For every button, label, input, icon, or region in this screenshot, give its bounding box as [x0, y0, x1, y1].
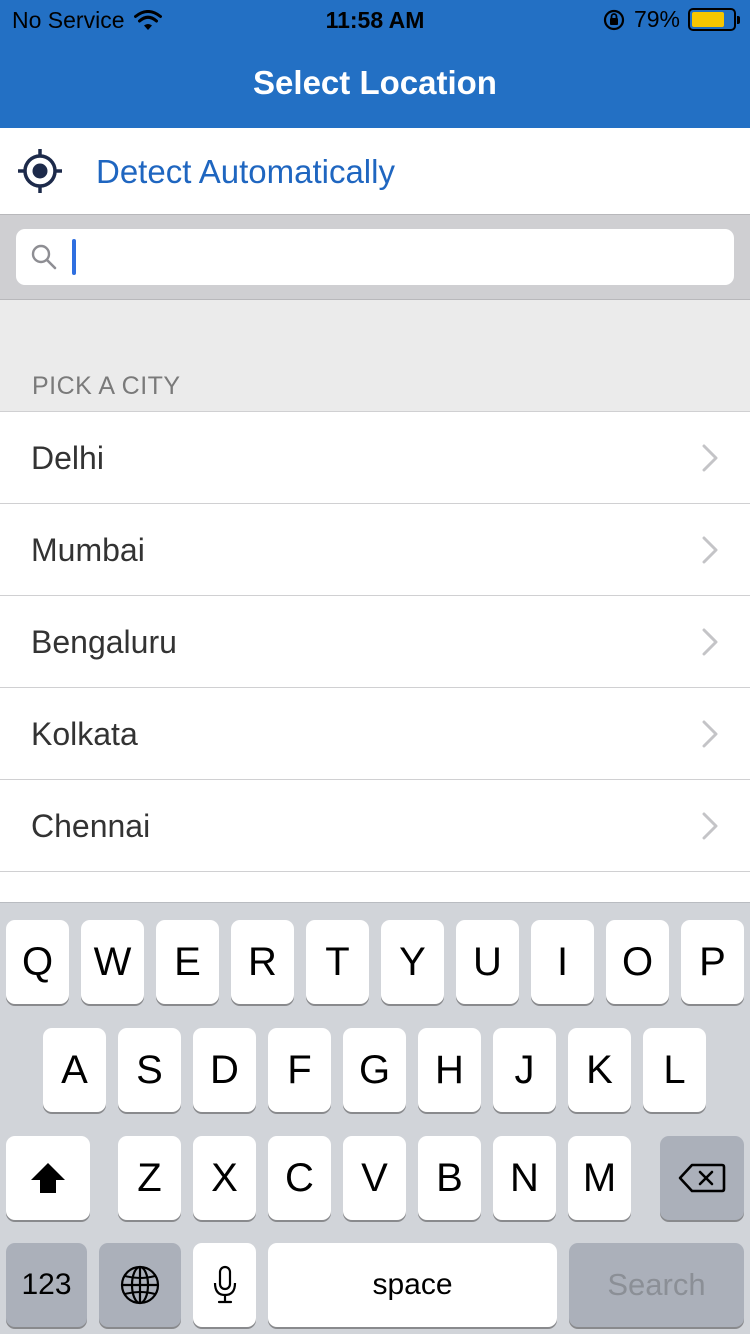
key-r[interactable]: R: [231, 920, 294, 1004]
keyboard: Q W E R T Y U I O P A S D F G H J K L Z …: [0, 902, 750, 1334]
search-field[interactable]: [16, 229, 734, 285]
globe-icon: [120, 1265, 160, 1305]
city-row-mumbai[interactable]: Mumbai: [0, 504, 750, 596]
space-key[interactable]: space: [268, 1243, 557, 1327]
key-q[interactable]: Q: [6, 920, 69, 1004]
microphone-icon: [213, 1265, 236, 1304]
key-j[interactable]: J: [493, 1028, 556, 1112]
key-p[interactable]: P: [681, 920, 744, 1004]
battery-level: [692, 12, 724, 27]
battery-icon: [688, 8, 740, 31]
key-x[interactable]: X: [193, 1136, 256, 1220]
key-i[interactable]: I: [531, 920, 594, 1004]
city-name: Chennai: [31, 808, 151, 844]
city-list: Delhi Mumbai Bengaluru Kolkata Chennai: [0, 411, 750, 872]
status-bar: No Service 11:58 AM 79%: [0, 0, 750, 40]
chevron-right-icon: [702, 628, 718, 656]
key-m[interactable]: M: [568, 1136, 631, 1220]
key-z[interactable]: Z: [118, 1136, 181, 1220]
city-row-bengaluru[interactable]: Bengaluru: [0, 596, 750, 688]
key-v[interactable]: V: [343, 1136, 406, 1220]
key-o[interactable]: O: [606, 920, 669, 1004]
status-right: 79%: [602, 6, 740, 33]
search-key[interactable]: Search: [569, 1243, 744, 1327]
key-f[interactable]: F: [268, 1028, 331, 1112]
city-name: Delhi: [31, 440, 104, 476]
dictation-key[interactable]: [193, 1243, 256, 1327]
key-s[interactable]: S: [118, 1028, 181, 1112]
battery-percent: 79%: [633, 6, 680, 32]
city-name: Mumbai: [31, 532, 145, 568]
city-row-kolkata[interactable]: Kolkata: [0, 688, 750, 780]
key-l[interactable]: L: [643, 1028, 706, 1112]
text-cursor: [72, 239, 76, 275]
section-header-area: PICK A CITY: [0, 300, 750, 411]
location-target-icon: [18, 149, 62, 193]
key-t[interactable]: T: [306, 920, 369, 1004]
backspace-icon: [678, 1163, 726, 1193]
search-input[interactable]: [72, 237, 712, 277]
city-row-delhi[interactable]: Delhi: [0, 412, 750, 504]
search-icon: [31, 244, 57, 270]
chevron-right-icon: [702, 812, 718, 840]
detect-automatically-label: Detect Automatically: [96, 153, 395, 190]
key-y[interactable]: Y: [381, 920, 444, 1004]
page-title: Select Location: [253, 64, 497, 101]
orientation-lock-icon: [603, 9, 625, 30]
key-a[interactable]: A: [43, 1028, 106, 1112]
key-n[interactable]: N: [493, 1136, 556, 1220]
numbers-key[interactable]: 123: [6, 1243, 87, 1327]
key-b[interactable]: B: [418, 1136, 481, 1220]
key-c[interactable]: C: [268, 1136, 331, 1220]
key-u[interactable]: U: [456, 920, 519, 1004]
delete-key[interactable]: [660, 1136, 744, 1220]
globe-key[interactable]: [99, 1243, 181, 1327]
navigation-bar: Select Location: [0, 40, 750, 128]
shift-icon: [31, 1163, 65, 1193]
key-h[interactable]: H: [418, 1028, 481, 1112]
key-k[interactable]: K: [568, 1028, 631, 1112]
chevron-right-icon: [702, 536, 718, 564]
chevron-right-icon: [702, 720, 718, 748]
chevron-right-icon: [702, 444, 718, 472]
section-header: PICK A CITY: [32, 372, 181, 400]
city-name: Bengaluru: [31, 624, 177, 660]
city-row-chennai[interactable]: Chennai: [0, 780, 750, 872]
key-g[interactable]: G: [343, 1028, 406, 1112]
key-w[interactable]: W: [81, 920, 144, 1004]
search-bar-container: [0, 214, 750, 300]
key-d[interactable]: D: [193, 1028, 256, 1112]
detect-automatically-row[interactable]: Detect Automatically: [0, 128, 750, 214]
shift-key[interactable]: [6, 1136, 90, 1220]
city-name: Kolkata: [31, 716, 138, 752]
key-e[interactable]: E: [156, 920, 219, 1004]
